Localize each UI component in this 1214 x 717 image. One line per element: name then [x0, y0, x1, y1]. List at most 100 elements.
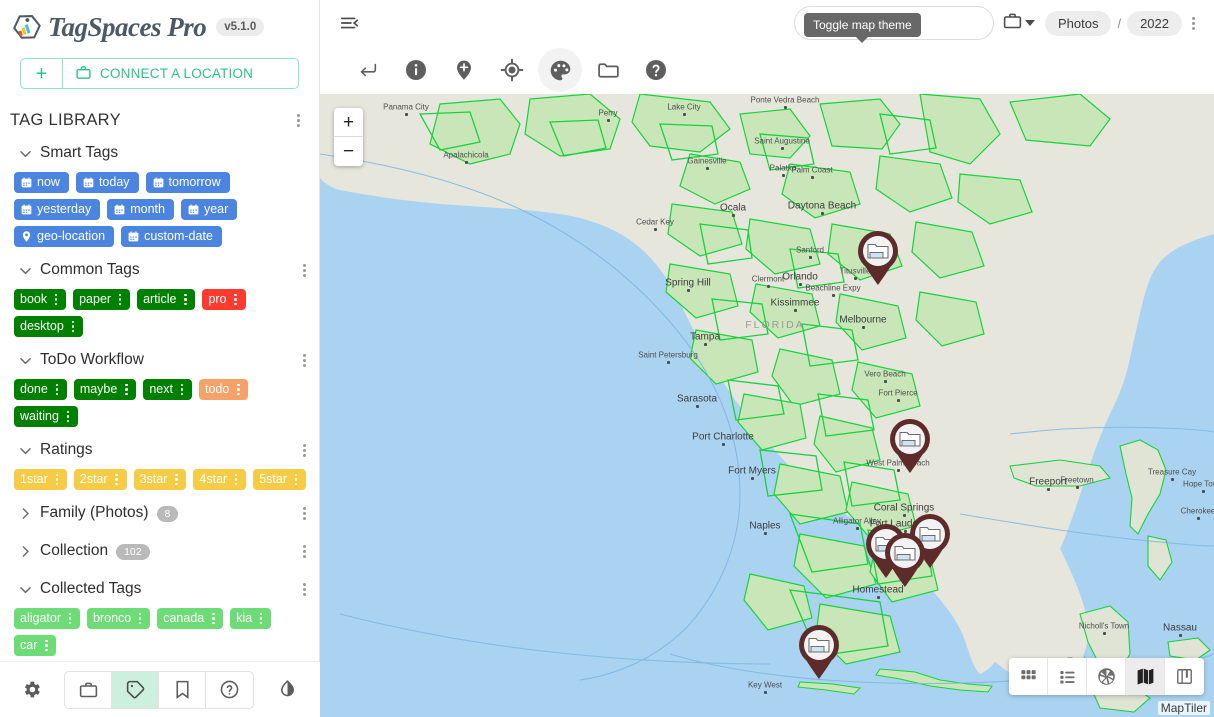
kanban-view-icon[interactable] — [1165, 658, 1204, 695]
tag-chip-menu-icon[interactable] — [178, 291, 192, 309]
tag-chip-menu-icon[interactable] — [110, 471, 124, 489]
tag-chip-4star[interactable]: 4star — [193, 469, 247, 490]
gear-icon[interactable] — [16, 675, 46, 705]
tag-chip-article[interactable]: article — [137, 289, 196, 310]
tag-chip-book[interactable]: book — [14, 289, 67, 310]
tag-chip-menu-icon[interactable] — [254, 610, 268, 628]
back-icon[interactable] — [346, 48, 390, 92]
tag-chip-car[interactable]: car — [14, 635, 57, 656]
tag-chip-menu-icon[interactable] — [50, 381, 64, 399]
tag-chip-year[interactable]: year — [180, 199, 238, 220]
tag-chip-aligator[interactable]: aligator — [14, 608, 80, 629]
tag-library-menu-icon[interactable] — [291, 112, 305, 130]
info-icon[interactable] — [394, 48, 438, 92]
tag-chip-now[interactable]: now — [14, 172, 69, 193]
contrast-icon[interactable] — [272, 675, 302, 705]
tag-chip-tomorrow[interactable]: tomorrow — [145, 172, 230, 193]
palette-icon[interactable] — [538, 48, 582, 92]
tag-chip-pro[interactable]: pro — [202, 289, 246, 310]
tag-group-menu-icon[interactable] — [297, 580, 311, 598]
tag-group-family-photos[interactable]: Family (Photos) 8 — [8, 494, 311, 532]
tag-chip-menu-icon[interactable] — [63, 610, 77, 628]
tag-chip-3star[interactable]: 3star — [133, 469, 187, 490]
zoom-in-button[interactable]: + — [334, 108, 363, 137]
tag-group-ratings[interactable]: Ratings — [8, 431, 311, 469]
tag-chip-yesterday[interactable]: yesterday — [14, 199, 101, 220]
breadcrumb-item-2022[interactable]: 2022 — [1127, 10, 1182, 36]
help-circle-icon[interactable] — [634, 48, 678, 92]
tag-chip-menu-icon[interactable] — [206, 610, 220, 628]
connect-location-label-wrap[interactable]: CONNECT A LOCATION — [63, 59, 298, 88]
breadcrumb-menu-icon[interactable] — [1186, 14, 1200, 32]
zoom-out-button[interactable]: − — [334, 137, 363, 166]
marker-key-west[interactable] — [796, 622, 842, 680]
tag-chip-desktop[interactable]: desktop — [14, 316, 83, 337]
tag-chip-month[interactable]: month — [107, 199, 174, 220]
chevron-down-icon[interactable] — [12, 576, 38, 602]
tag-chip-paper[interactable]: paper — [73, 289, 131, 310]
sidebar-item-help[interactable] — [206, 672, 253, 708]
tag-group-collection[interactable]: Collection 102 — [8, 532, 311, 570]
chevron-down-icon[interactable] — [12, 257, 38, 283]
sidebar-item-locations[interactable] — [65, 671, 112, 708]
grid-view-icon[interactable] — [1009, 658, 1048, 695]
marker-miami-3[interactable] — [882, 530, 928, 588]
tag-chip-canada[interactable]: canada — [157, 608, 224, 629]
tag-chip-next[interactable]: next — [143, 379, 192, 400]
tag-chip-menu-icon[interactable] — [289, 471, 303, 489]
tag-chip-5star[interactable]: 5star — [253, 469, 306, 490]
tag-chip-waiting[interactable]: waiting — [14, 406, 78, 427]
tag-chip-menu-icon[interactable] — [229, 291, 243, 309]
tag-group-menu-icon[interactable] — [297, 351, 311, 369]
tag-chip-menu-icon[interactable] — [175, 381, 189, 399]
collapse-sidebar-icon[interactable] — [334, 7, 366, 39]
chevron-down-icon[interactable] — [12, 140, 38, 166]
chevron-down-icon[interactable] — [12, 347, 38, 373]
chevron-right-icon[interactable] — [12, 500, 38, 526]
add-location-plus-icon[interactable]: + — [21, 59, 63, 88]
tag-chip-geo-location[interactable]: geo-location — [14, 226, 115, 247]
tag-group-menu-icon[interactable] — [297, 542, 311, 560]
tag-chip-bronco[interactable]: bronco — [87, 608, 151, 629]
tag-chip-menu-icon[interactable] — [133, 610, 147, 628]
breadcrumb-item-photos[interactable]: Photos — [1044, 10, 1112, 36]
marker-west-palm-beach[interactable] — [887, 416, 933, 474]
tag-group-smart-tags[interactable]: Smart Tags — [8, 134, 311, 172]
tag-chip-todo[interactable]: todo — [198, 379, 249, 400]
marker-titusville[interactable] — [855, 228, 901, 286]
chevron-down-icon[interactable] — [12, 437, 38, 463]
tag-chip-menu-icon[interactable] — [119, 381, 133, 399]
tag-chip-menu-icon[interactable] — [169, 471, 183, 489]
tag-chip-custom-date[interactable]: custom-date — [121, 226, 222, 247]
map-attribution[interactable]: MapTiler — [1157, 701, 1210, 715]
add-location-icon[interactable] — [442, 48, 486, 92]
tag-group-collected-tags[interactable]: Collected Tags — [8, 570, 311, 608]
tag-chip-2star[interactable]: 2star — [73, 469, 127, 490]
folder-icon[interactable] — [586, 48, 630, 92]
tag-chip-menu-icon[interactable] — [229, 471, 243, 489]
aperture-view-icon[interactable] — [1087, 658, 1126, 695]
tag-chip-1star[interactable]: 1star — [14, 469, 67, 490]
tag-group-menu-icon[interactable] — [297, 261, 311, 279]
tag-chip-today[interactable]: today — [75, 172, 139, 193]
tag-chip-menu-icon[interactable] — [231, 381, 245, 399]
location-selector-button[interactable] — [998, 10, 1039, 36]
tag-chip-maybe[interactable]: maybe — [73, 379, 137, 400]
tag-group-common-tags[interactable]: Common Tags — [8, 251, 311, 289]
sidebar-item-tag-library[interactable] — [112, 671, 159, 708]
tag-group-menu-icon[interactable] — [297, 504, 311, 522]
tag-group-todo-workflow[interactable]: ToDo Workflow — [8, 341, 311, 379]
tag-chip-menu-icon[interactable] — [66, 318, 80, 336]
tag-chip-menu-icon[interactable] — [49, 291, 63, 309]
tag-chip-menu-icon[interactable] — [113, 291, 127, 309]
tag-chip-menu-icon[interactable] — [50, 471, 64, 489]
tag-chip-menu-icon[interactable] — [39, 637, 53, 655]
sidebar-item-bookmarks[interactable] — [159, 671, 206, 708]
map-canvas[interactable]: Panama City Apalachicola Perry Lake City Sai… — [320, 94, 1214, 717]
chevron-right-icon[interactable] — [12, 538, 38, 564]
map-view-icon[interactable] — [1126, 658, 1165, 695]
list-view-icon[interactable] — [1048, 658, 1087, 695]
tag-chip-kia[interactable]: kia — [230, 608, 272, 629]
target-locate-icon[interactable] — [490, 48, 534, 92]
tag-chip-done[interactable]: done — [14, 379, 67, 400]
